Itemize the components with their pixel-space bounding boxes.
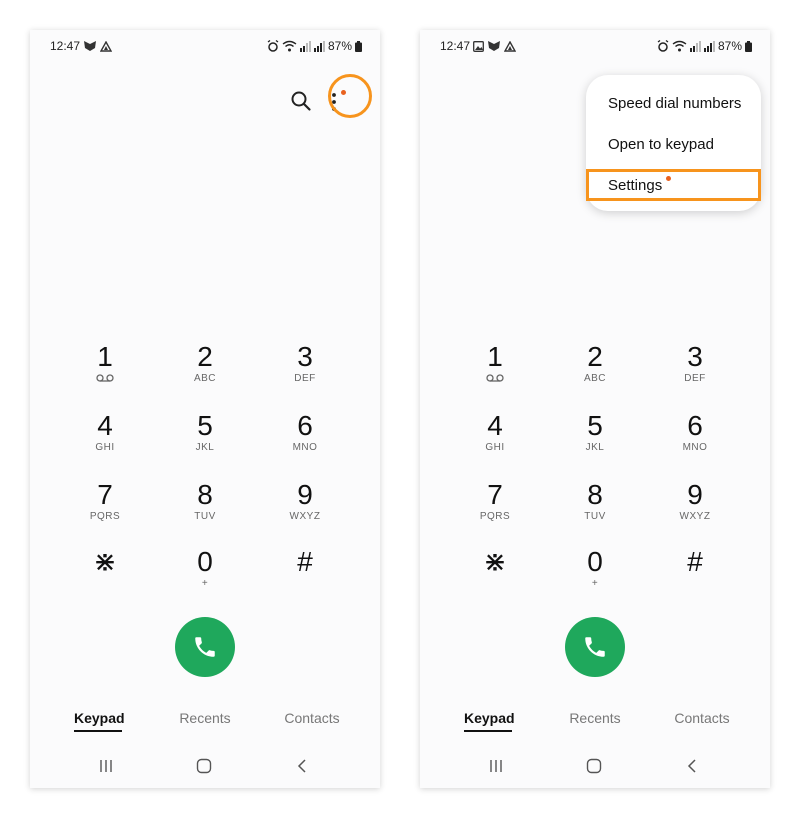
highlight-rectangle bbox=[586, 169, 761, 201]
key-3[interactable]: 3 DEF bbox=[255, 342, 355, 402]
tab-keypad[interactable]: Keypad bbox=[74, 710, 125, 726]
key-6[interactable]: 6 MNO bbox=[645, 411, 745, 471]
call-button[interactable] bbox=[175, 617, 235, 677]
key-6[interactable]: 6 MNO bbox=[255, 411, 355, 471]
voicemail-icon bbox=[486, 374, 504, 382]
key-star[interactable]: ⋇ bbox=[445, 547, 545, 607]
status-bar: 12:47 87% bbox=[50, 39, 362, 55]
wifi-icon bbox=[672, 40, 687, 52]
key-hash[interactable]: # bbox=[255, 547, 355, 607]
phone-icon bbox=[195, 637, 215, 657]
highlight-circle bbox=[328, 74, 372, 118]
bottom-tabs: Keypad Recents Contacts bbox=[420, 710, 770, 740]
system-nav-bar bbox=[420, 758, 770, 778]
alarm-icon bbox=[657, 40, 669, 52]
recent-apps-icon[interactable] bbox=[488, 758, 504, 774]
key-9[interactable]: 9 WXYZ bbox=[645, 480, 745, 540]
active-tab-indicator bbox=[74, 730, 122, 732]
key-5[interactable]: 5 JKL bbox=[155, 411, 255, 471]
drive-icon bbox=[100, 40, 113, 52]
key-hash[interactable]: # bbox=[645, 547, 745, 607]
shield-icon bbox=[488, 41, 501, 51]
tab-recents[interactable]: Recents bbox=[175, 710, 235, 726]
key-1[interactable]: 1 bbox=[55, 342, 155, 402]
status-bar: 12:47 87% bbox=[440, 39, 752, 55]
key-star[interactable]: ⋇ bbox=[55, 547, 155, 607]
phone-screen-menu-open: 12:47 87% Speed dial numbers Open to key… bbox=[420, 30, 770, 788]
key-0[interactable]: 0 + bbox=[545, 547, 645, 607]
signal-icon bbox=[703, 40, 715, 52]
key-5[interactable]: 5 JKL bbox=[545, 411, 645, 471]
key-8[interactable]: 8 TUV bbox=[545, 480, 645, 540]
key-3[interactable]: 3 DEF bbox=[645, 342, 745, 402]
tab-contacts[interactable]: Contacts bbox=[670, 710, 734, 726]
key-2[interactable]: 2 ABC bbox=[155, 342, 255, 402]
status-time: 12:47 bbox=[50, 39, 81, 53]
key-4[interactable]: 4 GHI bbox=[445, 411, 545, 471]
shield-icon bbox=[84, 41, 97, 51]
phone-screen-keypad: 12:47 87% 1 2 ABC 3 DEF 4 GHI 5 JKL 6 MN… bbox=[30, 30, 380, 788]
menu-item-open-to-keypad[interactable]: Open to keypad bbox=[608, 136, 714, 153]
call-button[interactable] bbox=[565, 617, 625, 677]
voicemail-icon bbox=[96, 374, 114, 382]
key-7[interactable]: 7 PQRS bbox=[445, 480, 545, 540]
battery-icon bbox=[745, 40, 752, 52]
signal-icon bbox=[313, 40, 325, 52]
home-icon[interactable] bbox=[196, 758, 212, 774]
recent-apps-icon[interactable] bbox=[98, 758, 114, 774]
menu-item-speed-dial[interactable]: Speed dial numbers bbox=[608, 95, 741, 112]
tab-contacts[interactable]: Contacts bbox=[280, 710, 344, 726]
battery-percent: 87% bbox=[327, 39, 352, 53]
search-icon bbox=[291, 91, 311, 111]
tab-keypad[interactable]: Keypad bbox=[464, 710, 515, 726]
back-icon[interactable] bbox=[685, 758, 701, 774]
drive-icon bbox=[504, 40, 517, 52]
wifi-icon bbox=[282, 40, 297, 52]
signal-icon bbox=[689, 40, 701, 52]
phone-icon bbox=[585, 637, 605, 657]
tab-recents[interactable]: Recents bbox=[565, 710, 625, 726]
search-button[interactable] bbox=[290, 90, 314, 114]
back-icon[interactable] bbox=[295, 758, 311, 774]
key-4[interactable]: 4 GHI bbox=[55, 411, 155, 471]
key-1[interactable]: 1 bbox=[445, 342, 545, 402]
key-0[interactable]: 0 + bbox=[155, 547, 255, 607]
key-7[interactable]: 7 PQRS bbox=[55, 480, 155, 540]
key-2[interactable]: 2 ABC bbox=[545, 342, 645, 402]
key-9[interactable]: 9 WXYZ bbox=[255, 480, 355, 540]
battery-icon bbox=[355, 40, 362, 52]
battery-percent: 87% bbox=[717, 39, 742, 53]
system-nav-bar bbox=[30, 758, 380, 778]
alarm-icon bbox=[267, 40, 279, 52]
signal-icon bbox=[299, 40, 311, 52]
key-8[interactable]: 8 TUV bbox=[155, 480, 255, 540]
bottom-tabs: Keypad Recents Contacts bbox=[30, 710, 380, 740]
status-time: 12:47 bbox=[440, 39, 471, 53]
home-icon[interactable] bbox=[586, 758, 602, 774]
active-tab-indicator bbox=[464, 730, 512, 732]
gallery-icon bbox=[473, 40, 484, 52]
